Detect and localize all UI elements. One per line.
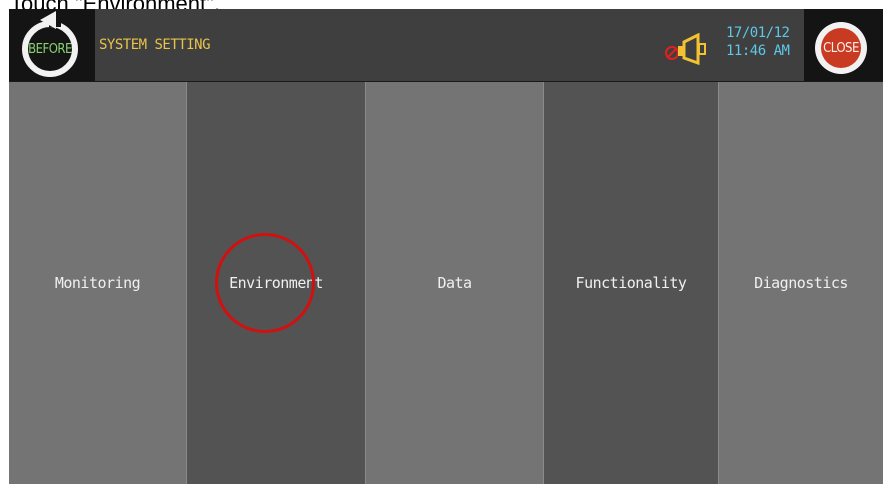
menu-tile-data[interactable]: Data: [366, 82, 544, 484]
close-button[interactable]: CLOSE: [804, 9, 883, 81]
date-text: 17/01/12: [726, 25, 790, 41]
menu-tile-diagnostics[interactable]: Diagnostics: [719, 82, 883, 484]
page-title: SYSTEM SETTING: [99, 37, 211, 53]
menu-tile-functionality[interactable]: Functionality: [544, 82, 719, 484]
settings-menu: Monitoring Environment Data Functionalit…: [9, 82, 883, 484]
close-icon: CLOSE: [815, 22, 867, 74]
time-text: 11:46 AM: [726, 43, 790, 59]
arrow-left-icon: [40, 11, 56, 29]
before-label: BEFORE: [28, 41, 72, 57]
datetime-display: 17/01/12 11:46 AM: [726, 24, 790, 60]
top-bar: BEFORE SYSTEM SETTING 17/01/12 11:46 AM …: [9, 9, 883, 81]
menu-tile-monitoring[interactable]: Monitoring: [9, 82, 187, 484]
buzzer-muted-icon[interactable]: [660, 33, 720, 67]
close-label: CLOSE: [821, 28, 861, 68]
before-button[interactable]: BEFORE: [9, 9, 95, 81]
hmi-screen: BEFORE SYSTEM SETTING 17/01/12 11:46 AM …: [9, 9, 883, 484]
rotate-back-icon: BEFORE: [22, 21, 78, 77]
highlight-circle: [215, 233, 315, 333]
